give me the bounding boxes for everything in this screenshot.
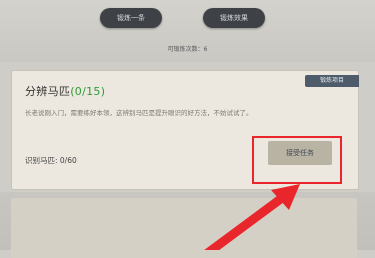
pointer-arrow-icon — [204, 184, 300, 250]
